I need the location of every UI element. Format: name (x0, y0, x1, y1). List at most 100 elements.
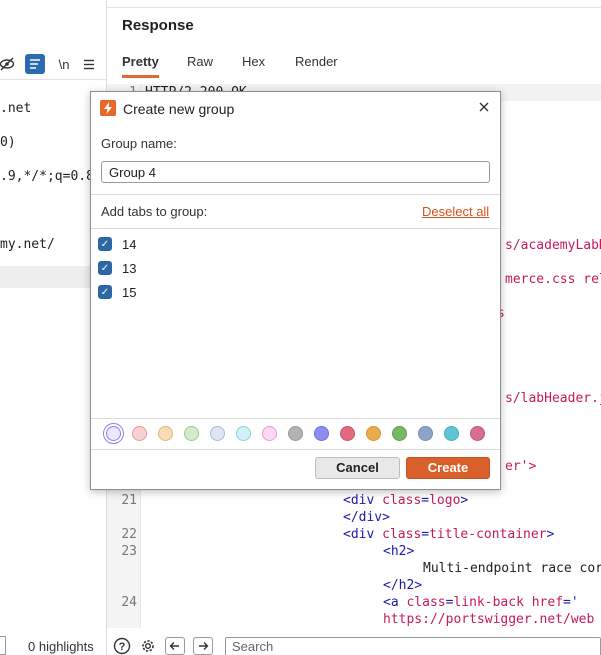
code-token: <h2> (383, 544, 415, 559)
code-token: link-back (453, 595, 524, 610)
burp-logo-icon (100, 100, 116, 116)
dialog-header: Create new group (91, 92, 500, 124)
svg-text:?: ? (119, 641, 126, 653)
tab-raw[interactable]: Raw (187, 54, 213, 75)
tab-label: 13 (122, 260, 137, 276)
hamburger-icon[interactable] (81, 54, 97, 74)
code-token: </div> (343, 510, 390, 525)
tab-checkbox-row[interactable]: ✓ 13 (98, 258, 493, 278)
code-token: logo (429, 493, 461, 508)
checkbox[interactable]: ✓ (98, 285, 112, 299)
code-line: Multi-endpoint race cor (423, 561, 601, 576)
checkbox[interactable]: ✓ (98, 261, 112, 275)
tab-checkbox-row[interactable]: ✓ 14 (98, 234, 493, 254)
tab-pretty[interactable]: Pretty (122, 54, 159, 78)
code-token: class (406, 595, 446, 610)
code-token: rel= (583, 272, 601, 287)
code-line: <div class=logo> (343, 493, 468, 508)
checkbox[interactable]: ✓ (98, 237, 112, 251)
code-line: </div> (343, 510, 390, 525)
code-line: <h2> (383, 544, 414, 559)
line-number: 21 (121, 493, 137, 508)
group-name-input[interactable] (101, 161, 490, 183)
deselect-all-link[interactable]: Deselect all (422, 204, 489, 219)
code-token: class (382, 527, 422, 542)
color-swatch[interactable] (340, 426, 355, 441)
search-input[interactable]: Search (225, 637, 601, 655)
tab-hex[interactable]: Hex (242, 54, 265, 75)
tab-render[interactable]: Render (295, 54, 338, 75)
wrap-icon[interactable] (25, 54, 45, 74)
color-swatch[interactable] (314, 426, 329, 441)
code-token: Multi-endpoint race cor (423, 561, 601, 576)
color-swatch[interactable] (392, 426, 407, 441)
color-swatch[interactable] (106, 426, 121, 441)
request-line: .9,*/*;q=0.8 (0, 169, 94, 184)
request-line: .net (0, 101, 32, 116)
code-token: <a (383, 595, 407, 610)
request-line: 0) (0, 135, 16, 150)
line-number: 24 (121, 595, 137, 610)
color-swatch[interactable] (444, 426, 459, 441)
code-token: </h2> (383, 578, 423, 593)
close-icon[interactable] (476, 100, 492, 116)
create-button[interactable]: Create (406, 457, 490, 479)
line-number: 22 (121, 527, 137, 542)
code-token: title-container (429, 527, 547, 542)
code-line: </h2> (383, 578, 422, 593)
group-name-label: Group name: (101, 136, 177, 151)
divider (91, 449, 500, 450)
response-bottom-bar: ? Search (107, 636, 601, 655)
request-toolbar: \n (0, 48, 106, 80)
newline-toggle[interactable]: \n (56, 54, 72, 74)
code-token: = (421, 527, 430, 542)
code-token: class (382, 493, 422, 508)
gear-icon[interactable] (138, 637, 158, 655)
color-swatch[interactable] (288, 426, 303, 441)
footer-scroll-edge (0, 636, 6, 655)
line-number: 23 (121, 544, 137, 559)
tab-label: 15 (122, 284, 137, 300)
highlights-count: 0 highlights (28, 639, 94, 654)
code-fragment: s/labHeader.j (505, 391, 601, 406)
code-token: > (460, 493, 469, 508)
code-token: merce.css (505, 272, 576, 287)
color-swatch[interactable] (262, 426, 277, 441)
code-token: https://portswigger.net/web (383, 612, 595, 627)
help-icon[interactable]: ? (112, 637, 132, 655)
arrow-right-icon[interactable] (193, 637, 213, 655)
code-token: = (421, 493, 430, 508)
code-line: <a class=link-back href=' (383, 595, 579, 610)
code-token: href (531, 595, 564, 610)
code-token: =' (563, 595, 579, 610)
response-tabs: Pretty Raw Hex Render (107, 48, 601, 84)
code-token: > (546, 527, 555, 542)
color-swatch[interactable] (158, 426, 173, 441)
color-swatch[interactable] (236, 426, 251, 441)
response-top-border (107, 0, 601, 8)
code-token: <div (343, 527, 383, 542)
code-line: https://portswigger.net/web (383, 612, 594, 627)
color-swatch[interactable] (366, 426, 381, 441)
code-fragment: er'> (505, 459, 537, 474)
color-swatch[interactable] (418, 426, 433, 441)
eye-slash-icon[interactable] (0, 54, 16, 74)
request-line: my.net/ (0, 237, 55, 252)
create-group-dialog: Create new group Group name: Add tabs to… (90, 91, 501, 490)
tab-checkbox-row[interactable]: ✓ 15 (98, 282, 493, 302)
response-title: Response (122, 17, 194, 34)
color-swatch[interactable] (470, 426, 485, 441)
divider (91, 194, 500, 195)
arrow-left-icon[interactable] (165, 637, 185, 655)
cancel-button[interactable]: Cancel (315, 457, 400, 479)
color-swatch[interactable] (184, 426, 199, 441)
tab-label: 14 (122, 236, 137, 252)
color-swatch[interactable] (210, 426, 225, 441)
divider (91, 228, 500, 229)
code-fragment: merce.css rel= (505, 272, 601, 287)
request-footer: 0 highlights (0, 636, 106, 655)
dialog-title: Create new group (123, 101, 235, 117)
code-token: <div (343, 493, 383, 508)
color-swatch[interactable] (132, 426, 147, 441)
